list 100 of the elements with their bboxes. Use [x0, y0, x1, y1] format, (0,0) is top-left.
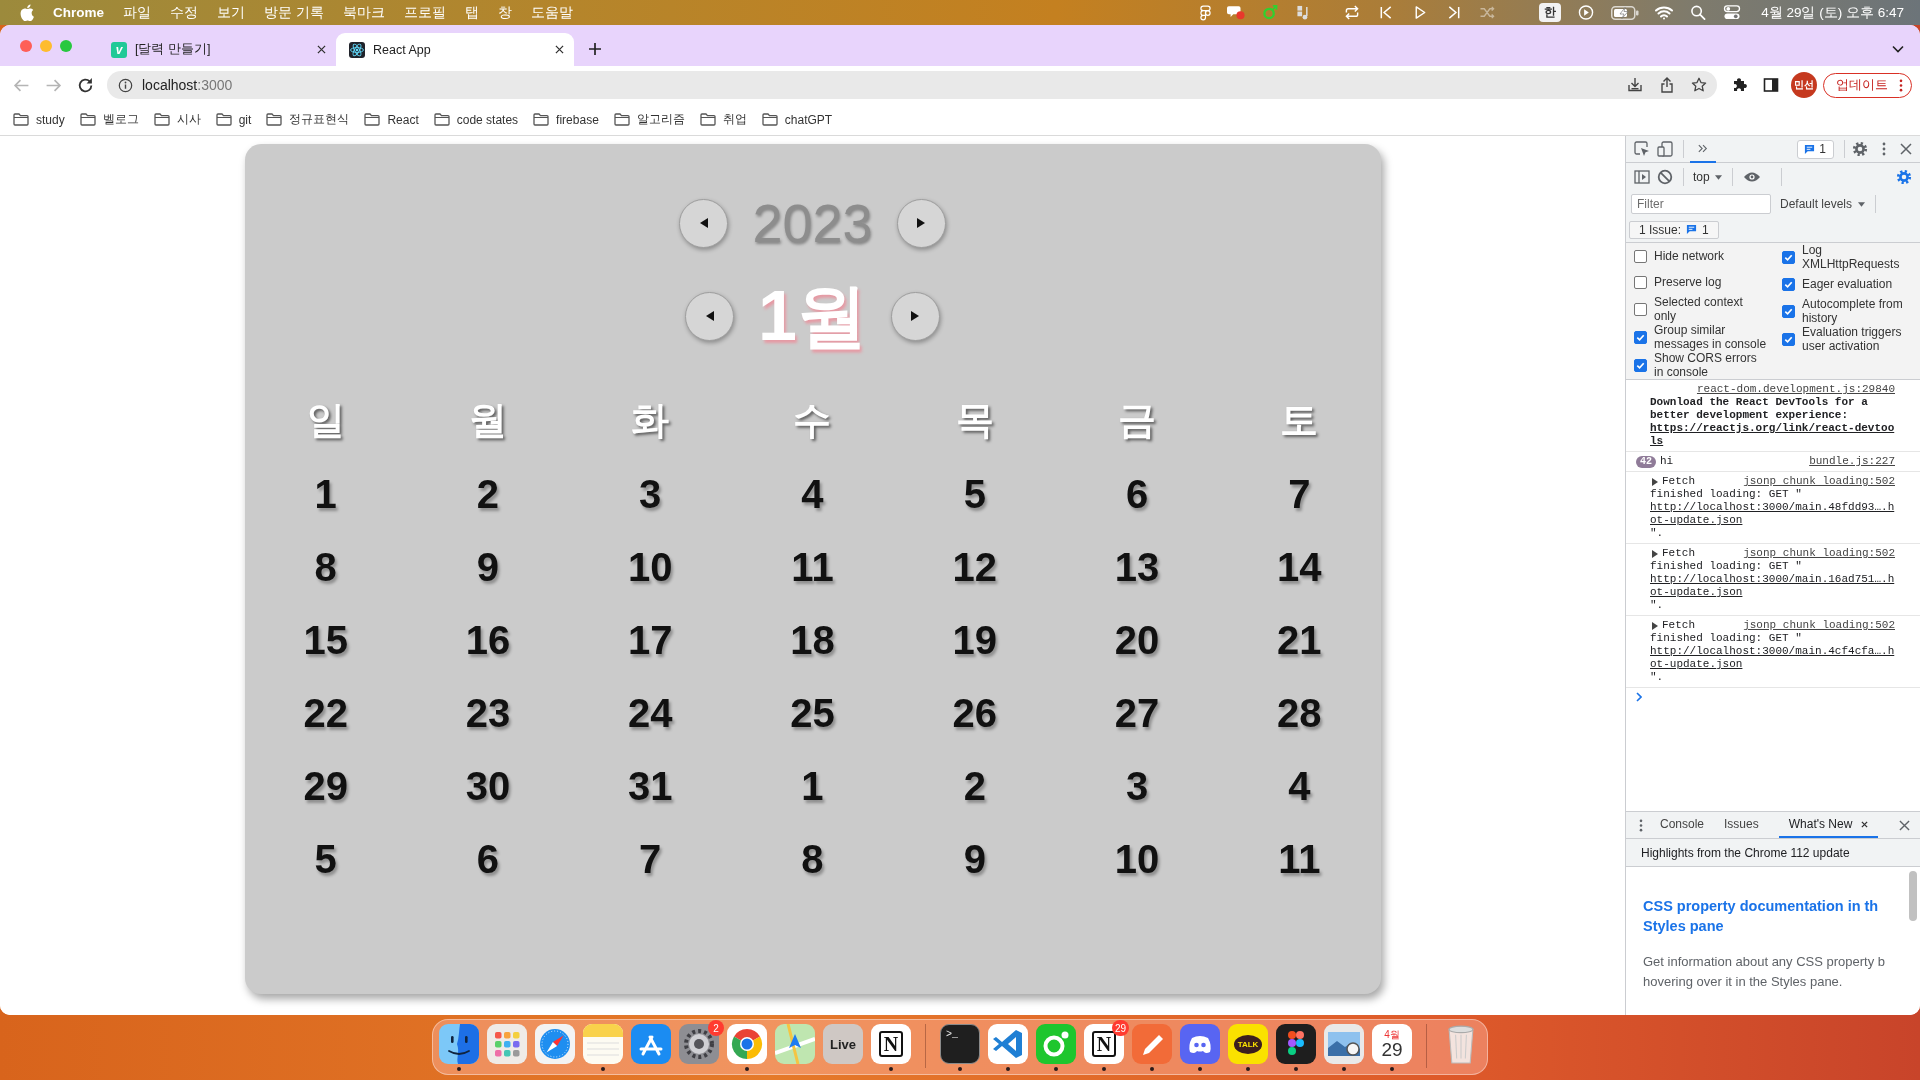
checkbox[interactable] — [1634, 358, 1647, 372]
checkbox-option[interactable]: Log XMLHttpRequests — [1782, 243, 1910, 271]
clear-console-icon[interactable] — [1657, 169, 1673, 185]
bookmark-folder[interactable]: chatGPT — [761, 112, 833, 127]
reload-icon[interactable] — [77, 76, 94, 94]
smiling-face-icon[interactable] — [439, 1024, 479, 1064]
browser-tab[interactable]: v [달력 만들기] — [98, 33, 336, 66]
menu-bar-clock[interactable]: 4월 29일 (토) 오후 6:47 — [1761, 3, 1904, 22]
toggles-icon[interactable] — [1723, 5, 1742, 20]
compass-icon[interactable] — [535, 1024, 575, 1064]
map-icon[interactable] — [775, 1024, 815, 1064]
close-drawer-icon[interactable] — [1899, 819, 1910, 831]
browser-tab[interactable]: React App — [336, 33, 574, 66]
dock-app-button[interactable]: TALK — [1228, 1024, 1268, 1064]
checkbox[interactable] — [1634, 302, 1647, 316]
checkbox-option[interactable]: Evaluation triggers user activation — [1782, 325, 1910, 353]
dock-app-button[interactable]: >_ — [940, 1024, 980, 1064]
notepad-icon[interactable] — [583, 1024, 623, 1064]
source-link[interactable]: jsonp chunk loading:502 — [1743, 475, 1895, 488]
bookmark-folder[interactable]: 정규표현식 — [266, 111, 350, 128]
url-link[interactable]: http://localhost:3000/main.16ad751….hot-update.json — [1650, 573, 1895, 599]
dock-app-button[interactable]: 4월 29 — [1372, 1024, 1412, 1064]
prompt-chevron-icon[interactable] — [1636, 692, 1642, 702]
stacked-shapes-icon[interactable] — [1276, 1024, 1316, 1064]
url-link[interactable]: http://localhost:3000/main.4cf4cfa….hot-update.json — [1650, 645, 1895, 671]
checkbox[interactable] — [1782, 304, 1795, 318]
puzzle-piece-icon[interactable] — [1732, 77, 1748, 93]
bookmark-folder[interactable]: 알고리즘 — [613, 111, 685, 128]
checkbox-option[interactable]: Show CORS errors in console — [1634, 351, 1782, 379]
checkbox[interactable] — [1634, 330, 1647, 344]
checkbox-option[interactable]: Eager evaluation — [1782, 271, 1910, 297]
expand-triangle-icon[interactable] — [1652, 477, 1658, 486]
expand-triangle-icon[interactable] — [1652, 621, 1658, 630]
issues-button[interactable]: 1 — [1797, 139, 1834, 159]
scrollbar-thumb[interactable] — [1909, 871, 1917, 921]
context-dropdown[interactable]: top — [1693, 170, 1722, 184]
bookmark-folder[interactable]: 시사 — [153, 111, 201, 128]
checkbox[interactable] — [1782, 250, 1795, 264]
bookmark-folder[interactable]: React — [364, 112, 419, 127]
console-settings-icon[interactable] — [1896, 169, 1912, 185]
eye-icon[interactable] — [1742, 171, 1761, 183]
filter-field[interactable]: Filter — [1631, 194, 1771, 214]
bookmark-folder[interactable]: firebase — [533, 112, 599, 127]
checkbox-option[interactable]: Selected context only — [1634, 295, 1782, 323]
wifi-icon[interactable] — [1655, 5, 1674, 20]
shapes-outline-icon[interactable] — [1200, 4, 1212, 21]
pen-icon[interactable] — [1132, 1024, 1172, 1064]
controller-face-icon[interactable] — [1180, 1024, 1220, 1064]
checkbox[interactable] — [1634, 275, 1647, 289]
checkbox[interactable] — [1782, 277, 1795, 291]
checkbox-option[interactable]: Hide network — [1634, 243, 1782, 269]
close-icon[interactable] — [555, 45, 564, 54]
battery-icon[interactable] — [1611, 5, 1640, 20]
element-picker-icon[interactable] — [1634, 141, 1650, 157]
checkbox[interactable] — [1782, 332, 1795, 346]
show-sidebar-icon[interactable] — [1634, 169, 1650, 185]
bookmark-folder[interactable]: study — [13, 112, 65, 127]
article-heading[interactable]: CSS property documentation in th Styles pane — [1643, 896, 1879, 936]
apple-icon[interactable] — [20, 4, 34, 21]
dock-app-button[interactable]: Live — [823, 1024, 863, 1064]
drawer-tab[interactable]: Console — [1650, 812, 1715, 838]
download-icon[interactable] — [1627, 77, 1643, 93]
checkbox-option[interactable]: Preserve log — [1634, 269, 1782, 295]
profile-avatar[interactable]: 민선 — [1791, 72, 1817, 98]
checkbox-option[interactable]: Group similar messages in console — [1634, 323, 1782, 351]
more-icon[interactable] — [1882, 142, 1886, 156]
landscape-photo-icon[interactable] — [1324, 1024, 1364, 1064]
address-bar[interactable]: localhost:3000 — [107, 71, 1717, 99]
url-link[interactable]: http://localhost:3000/main.48fdd93….hot-update.json — [1650, 501, 1895, 527]
source-link[interactable]: jsonp chunk loading:502 — [1743, 547, 1895, 560]
dock-app-button[interactable]: N — [871, 1024, 911, 1064]
gear-icon[interactable] — [679, 1024, 719, 1064]
play-circle-icon[interactable] — [1577, 5, 1596, 20]
folded-ribbon-icon[interactable] — [988, 1024, 1028, 1064]
chevron-down-icon[interactable] — [1892, 45, 1904, 53]
new-tab-icon[interactable] — [588, 42, 602, 56]
info-icon[interactable] — [118, 77, 133, 93]
close-icon[interactable] — [1900, 143, 1912, 155]
source-link[interactable]: bundle.js:227 — [1809, 455, 1895, 468]
app-grid-icon[interactable] — [487, 1024, 527, 1064]
a-shape-icon[interactable] — [631, 1024, 671, 1064]
bookmark-folder[interactable]: 벨로그 — [79, 111, 139, 128]
share-icon[interactable] — [1659, 77, 1675, 93]
checkbox-option[interactable]: Autocomplete from history — [1782, 297, 1910, 325]
close-icon[interactable] — [317, 45, 326, 54]
chat-bubble-icon[interactable] — [1227, 5, 1246, 20]
close-tab-icon[interactable] — [1861, 820, 1869, 828]
star-icon[interactable] — [1691, 77, 1707, 93]
drawer-tab[interactable]: Issues — [1714, 812, 1769, 838]
checkbox[interactable] — [1634, 249, 1647, 263]
side-panel-icon[interactable] — [1763, 77, 1779, 93]
bookmark-folder[interactable]: 취업 — [699, 111, 747, 128]
bookmark-folder[interactable]: git — [215, 112, 252, 127]
more-icon[interactable] — [1639, 818, 1643, 832]
source-link[interactable]: jsonp chunk loading:502 — [1743, 619, 1895, 632]
source-link[interactable]: react-dom.development.js:29840 — [1696, 383, 1895, 396]
expand-triangle-icon[interactable] — [1652, 549, 1658, 558]
url-link[interactable]: https://reactjs.org/link/react-devtools — [1650, 422, 1895, 448]
settings-icon[interactable] — [1852, 141, 1868, 157]
bookmark-folder[interactable]: code states — [433, 112, 519, 127]
